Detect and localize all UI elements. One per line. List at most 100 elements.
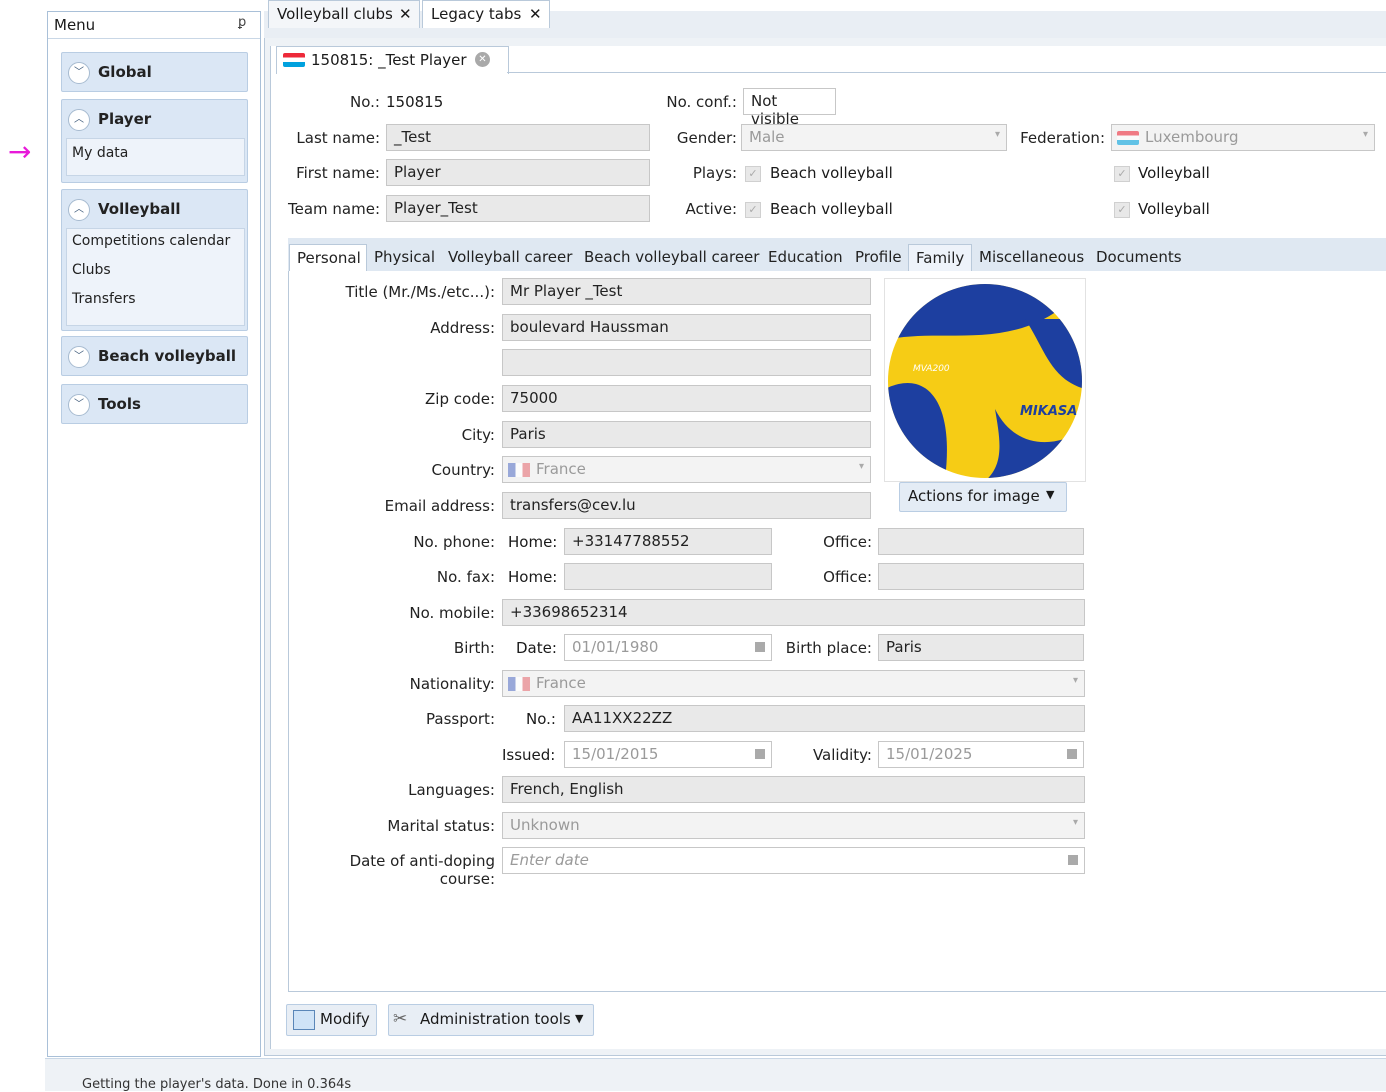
active-beach-checkbox[interactable]: ✓ [745,202,761,218]
tab-player[interactable]: 150815: _Test Player ✕ [276,46,509,74]
menu-header: Menu ꝑ [48,12,260,39]
menu-item-competitions-calendar[interactable]: Competitions calendar [72,233,230,249]
menu-group-player[interactable]: ︿ Player My data [61,99,248,183]
menu-group-title: Player [98,110,152,128]
menu-group-title: Volleyball [98,200,181,218]
chevron-down-icon[interactable]: ﹀ [68,346,90,368]
caret-down-icon: ▼ [575,1012,584,1025]
player-photo[interactable]: MVA200 MIKASA [884,278,1086,482]
birth-date-field[interactable]: 01/01/1980 [564,634,772,661]
phone-home-field[interactable]: +33147788552 [564,528,772,555]
email-field[interactable]: transfers@cev.lu [502,492,871,519]
firstname-label: First name: [296,164,380,182]
federation-label: Federation: [1020,129,1105,147]
gender-value: Male [749,128,785,146]
issued-field[interactable]: 15/01/2015 [564,741,772,768]
menu-group-global[interactable]: ﹀ Global [61,52,248,92]
menu-item-my-data[interactable]: My data [72,145,128,161]
birth-date-value: 01/01/1980 [572,638,659,656]
gender-label: Gender: [676,129,737,147]
zip-field[interactable]: 75000 [502,385,871,412]
federation-select[interactable]: Luxembourg ▾ [1111,124,1375,151]
image-actions-button[interactable]: Actions for image ▼ [899,482,1067,512]
close-icon[interactable]: ✕ [399,5,412,23]
city-label: City: [461,426,495,444]
tab-label: Physical [374,248,436,266]
chevron-up-icon[interactable]: ︿ [68,109,90,131]
gender-select[interactable]: Male ▾ [741,124,1007,151]
chevron-down-icon: ▾ [1362,129,1368,140]
phone-home-label: Home: [508,533,558,551]
antidoping-label: Date of anti-doping course: [349,852,495,888]
menu-item-clubs[interactable]: Clubs [72,262,111,278]
phone-office-field[interactable] [878,528,1084,555]
lastname-label: Last name: [296,129,380,147]
antidoping-date-field[interactable]: Enter date [502,847,1085,874]
firstname-field[interactable]: Player [386,159,650,186]
calendar-icon[interactable] [1067,749,1077,759]
chevron-up-icon[interactable]: ︿ [68,199,90,221]
nationality-label: Nationality: [409,675,495,693]
noconf-field[interactable]: Not visible [743,88,836,128]
active-volleyball-label: Volleyball [1138,200,1210,218]
caret-down-icon: ▼ [1046,488,1055,501]
tab-legacy-tabs[interactable]: Legacy tabs ✕ [422,0,550,28]
antidoping-placeholder: Enter date [510,851,589,869]
calendar-icon[interactable] [1068,855,1078,865]
tab-label: Legacy tabs [431,5,522,23]
validity-field[interactable]: 15/01/2025 [878,741,1084,768]
teamname-label: Team name: [287,200,380,218]
marital-select[interactable]: Unknown ▾ [502,812,1085,839]
tab-personal[interactable]: Personal [289,244,367,272]
edit-icon [293,1010,315,1030]
passport-no-field[interactable]: AA11XX22ZZ [564,705,1085,732]
email-label: Email address: [384,497,495,515]
fax-office-field[interactable] [878,563,1084,590]
title-field[interactable]: Mr Player _Test [502,278,871,305]
chevron-down-icon[interactable]: ﹀ [68,394,90,416]
admin-tools-button[interactable]: ✂ Administration tools ▼ [388,1004,594,1036]
country-select[interactable]: France ▾ [502,456,871,483]
tab-volleyball-clubs[interactable]: Volleyball clubs ✕ [268,0,420,28]
issued-label: Issued: [502,746,556,764]
active-volleyball-checkbox[interactable]: ✓ [1114,202,1130,218]
ball-model-text: MVA200 [913,364,950,374]
menu-group-title: Beach volleyball [98,347,236,365]
plays-beach-checkbox[interactable]: ✓ [745,166,761,182]
tab-label: Personal [297,249,361,267]
teamname-field[interactable]: Player_Test [386,195,650,222]
tab-label: Documents [1096,248,1182,266]
menu-group-beach-volleyball[interactable]: ﹀ Beach volleyball [61,336,248,376]
tab-family[interactable]: Family [908,244,972,272]
modify-label: Modify [320,1010,370,1028]
languages-label: Languages: [408,781,495,799]
fax-home-field[interactable] [564,563,772,590]
mobile-field[interactable]: +33698652314 [502,599,1085,626]
country-value: France [536,460,586,478]
lastname-field[interactable]: _Test [386,124,650,151]
tab-label: Volleyball clubs [277,5,393,23]
calendar-icon[interactable] [755,749,765,759]
city-field[interactable]: Paris [502,421,871,448]
chevron-down-icon: ▾ [994,129,1000,140]
menu-group-volleyball[interactable]: ︿ Volleyball Competitions calendar Clubs… [61,189,248,331]
chevron-down-icon[interactable]: ﹀ [68,62,90,84]
menu-group-body: My data [66,138,245,176]
address-field[interactable]: boulevard Haussman [502,314,871,341]
active-label: Active: [685,200,737,218]
close-icon[interactable]: ✕ [475,52,490,67]
menu-group-tools[interactable]: ﹀ Tools [61,384,248,424]
pin-icon[interactable]: ꝑ [238,15,246,30]
plays-volleyball-checkbox[interactable]: ✓ [1114,166,1130,182]
birthplace-field[interactable]: Paris [878,634,1084,661]
phone-label: No. phone: [413,533,495,551]
calendar-icon[interactable] [755,642,765,652]
menu-item-transfers[interactable]: Transfers [72,291,136,307]
france-flag-icon [508,463,530,477]
languages-field[interactable]: French, English [502,776,1085,803]
modify-button[interactable]: Modify [286,1004,377,1036]
address-line2-field[interactable] [502,349,871,376]
close-icon[interactable]: ✕ [529,5,542,23]
title-label: Title (Mr./Ms./etc...): [345,283,495,301]
nationality-select[interactable]: France ▾ [502,670,1085,697]
